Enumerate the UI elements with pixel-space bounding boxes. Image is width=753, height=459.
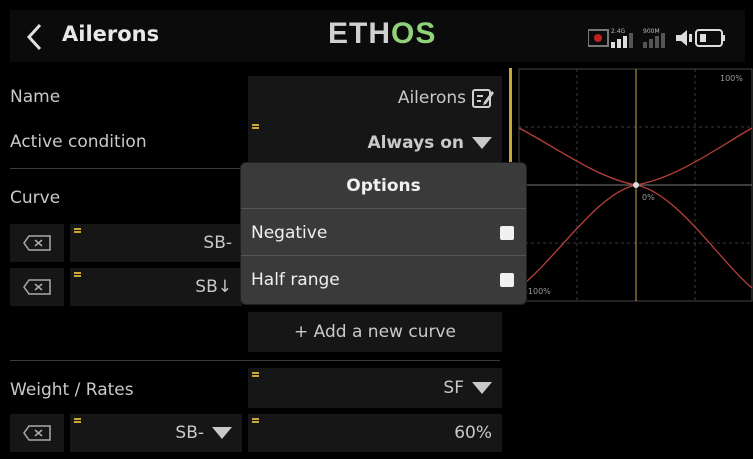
edit-icon — [472, 89, 494, 108]
back-button[interactable] — [20, 20, 50, 54]
option-label: Half range — [251, 270, 340, 290]
signal-24g-icon: 2.4G — [611, 28, 633, 48]
weight-value-field[interactable]: 60% — [248, 414, 502, 452]
source-marker — [74, 228, 81, 230]
delete-icon — [23, 279, 51, 295]
top-bar: Ailerons ETHOS 2.4G 900M — [0, 0, 753, 62]
dropdown-arrow-icon — [472, 137, 492, 149]
signal-900m-icon: 900M — [643, 28, 665, 48]
curve-switch-value: SB- — [203, 233, 232, 253]
weight-label: Weight / Rates — [10, 380, 134, 400]
curve-plot: 100% 0% -100% — [518, 68, 753, 302]
curve-label: Curve — [10, 188, 61, 208]
curve-switch-value: SB↓ — [195, 277, 232, 297]
svg-text:2.4G: 2.4G — [611, 28, 626, 35]
delete-rate-button[interactable] — [10, 414, 64, 452]
option-negative[interactable]: Negative — [241, 210, 526, 256]
delete-icon — [23, 425, 51, 441]
dialog-title: Options — [241, 163, 526, 209]
source-marker — [252, 124, 259, 126]
status-icons: 2.4G 900M — [587, 26, 748, 50]
rate-switch-value: SB- — [175, 423, 232, 443]
curve-graph: 100% 0% -100% — [517, 68, 753, 302]
weight-source-dropdown[interactable]: SF — [248, 368, 502, 408]
dropdown-arrow-icon — [212, 427, 232, 439]
ethos-logo: ETHOS — [328, 17, 437, 50]
options-dialog: Options Negative Half range — [241, 163, 526, 304]
option-label: Negative — [251, 222, 328, 243]
delete-curve-button[interactable] — [10, 268, 64, 306]
name-field[interactable]: Ailerons — [248, 76, 502, 120]
name-label: Name — [10, 87, 61, 107]
weight-source-value: SF — [443, 378, 492, 398]
dropdown-arrow-icon — [472, 382, 492, 394]
add-curve-label: + Add a new curve — [294, 322, 456, 342]
source-marker — [74, 272, 81, 274]
divider — [10, 360, 500, 361]
rate-switch-dropdown[interactable]: SB- — [70, 414, 242, 452]
negative-checkbox[interactable] — [500, 225, 514, 240]
svg-text:900M: 900M — [643, 28, 660, 35]
graph-bottom-label: -100% — [525, 287, 551, 296]
name-value: Ailerons — [397, 88, 466, 108]
source-marker — [252, 418, 259, 420]
source-marker — [74, 418, 81, 420]
scroll-indicator[interactable] — [509, 68, 512, 164]
graph-top-label: 100% — [720, 74, 743, 83]
add-curve-button[interactable]: + Add a new curve — [248, 312, 502, 352]
page-title: Ailerons — [62, 22, 160, 46]
graph-center-label: 0% — [642, 193, 655, 202]
record-icon — [587, 29, 609, 47]
delete-curve-button[interactable] — [10, 224, 64, 262]
curve-switch-dropdown[interactable]: SB↓ — [70, 268, 242, 306]
speaker-icon — [676, 30, 692, 46]
chevron-left-icon — [26, 23, 42, 51]
delete-icon — [23, 235, 51, 251]
weight-value: 60% — [454, 423, 492, 443]
active-condition-dropdown[interactable]: Always on — [248, 120, 502, 166]
active-condition-label: Active condition — [10, 132, 147, 152]
source-marker — [252, 372, 259, 374]
active-condition-value: Always on — [367, 133, 492, 153]
option-half-range[interactable]: Half range — [241, 257, 526, 303]
battery-icon — [695, 29, 725, 47]
curve-switch-dropdown[interactable]: SB- — [70, 224, 242, 262]
half-range-checkbox[interactable] — [500, 273, 514, 287]
